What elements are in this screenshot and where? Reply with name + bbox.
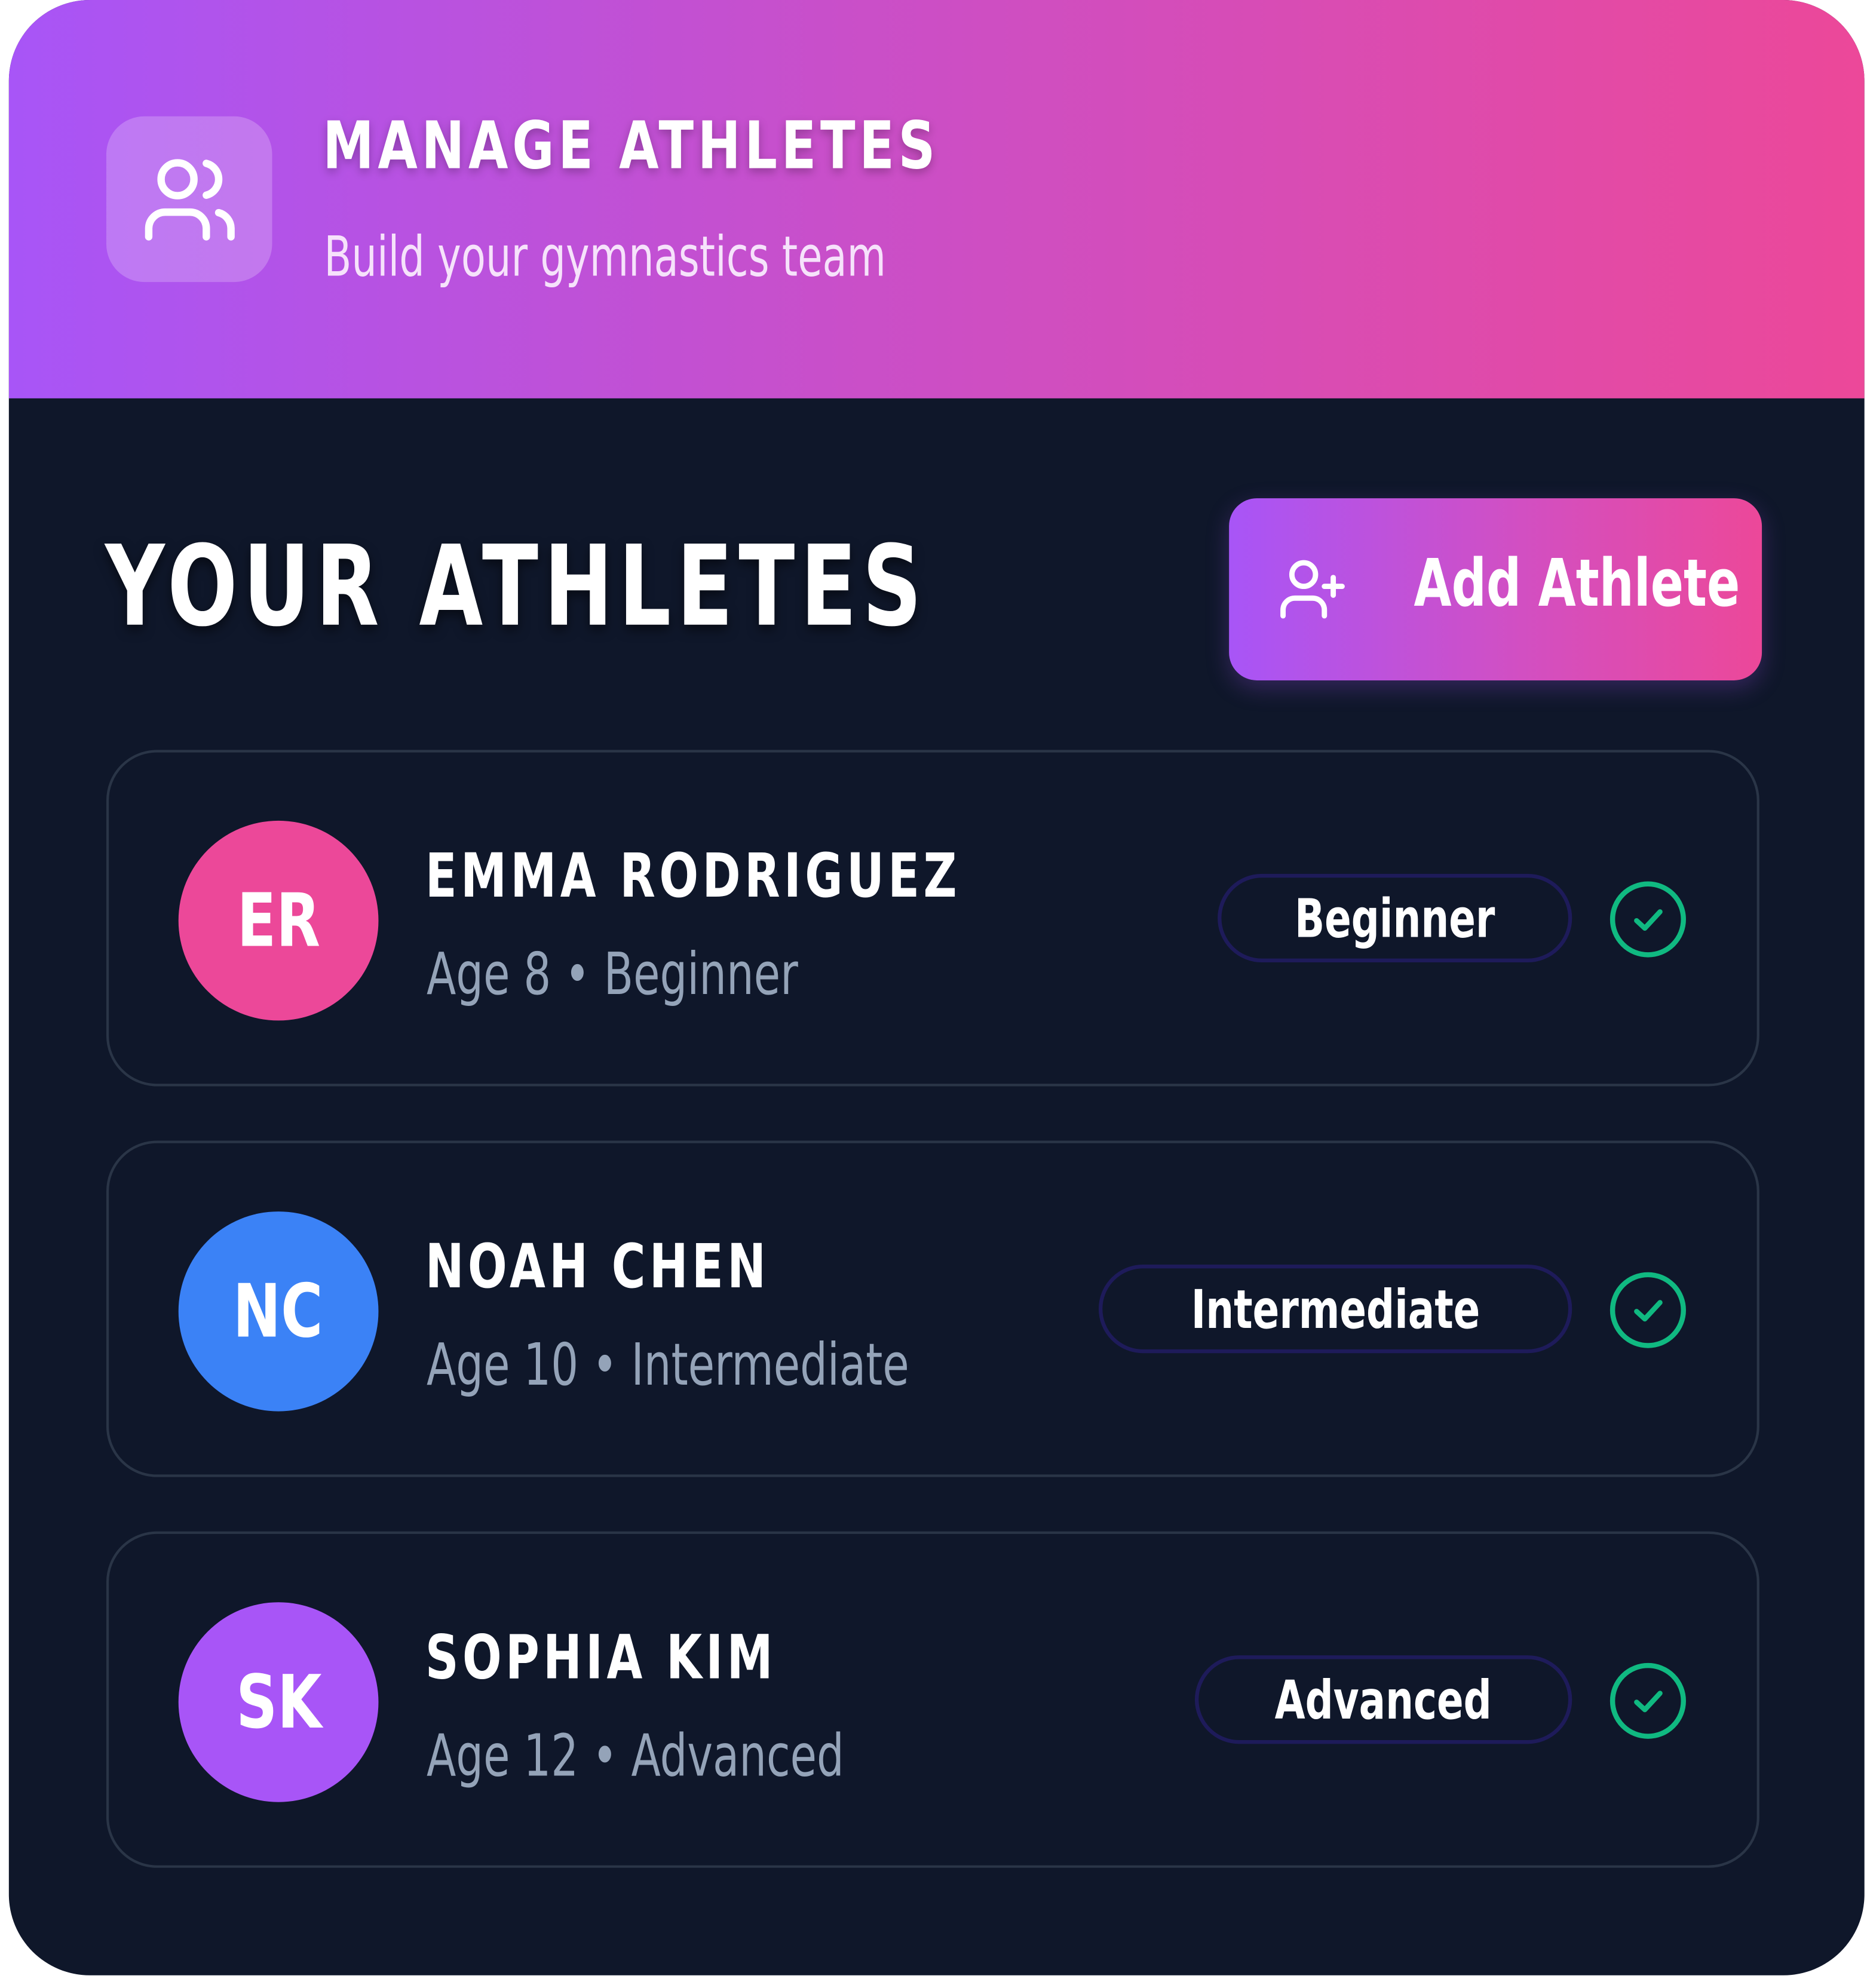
athlete-meta: Age 8 • Beginner <box>426 939 798 1008</box>
add-athlete-label: Add Athlete <box>1414 546 1740 622</box>
avatar-initials: ER <box>237 878 320 964</box>
level-badge: Intermediate <box>1098 1265 1572 1354</box>
athlete-name: SOPHIA KIM <box>425 1622 777 1694</box>
add-athlete-button[interactable]: Add Athlete <box>1229 498 1762 680</box>
athlete-card[interactable]: NC NOAH CHEN Age 10 • Intermediate Inter… <box>106 1140 1759 1477</box>
avatar-initials: SK <box>235 1659 321 1745</box>
page-title: MANAGE ATHLETES <box>323 109 940 185</box>
header-icon-box <box>106 116 272 283</box>
avatar: SK <box>178 1602 379 1802</box>
users-icon <box>144 158 234 240</box>
stage: MANAGE ATHLETES Build your gymnastics te… <box>0 0 1867 1988</box>
level-badge-label: Beginner <box>1295 887 1495 949</box>
athlete-name: EMMA RODRIGUEZ <box>425 840 961 912</box>
athlete-card[interactable]: SK SOPHIA KIM Age 12 • Advanced Advanced <box>106 1531 1759 1868</box>
check-circle-icon[interactable] <box>1608 1661 1689 1741</box>
athlete-meta: Age 10 • Intermediate <box>426 1330 909 1399</box>
level-badge: Beginner <box>1218 873 1572 963</box>
athlete-name: NOAH CHEN <box>425 1231 770 1303</box>
avatar: NC <box>178 1211 379 1412</box>
athlete-card[interactable]: ER EMMA RODRIGUEZ Age 8 • Beginner Begin… <box>106 750 1759 1087</box>
panel-header: MANAGE ATHLETES Build your gymnastics te… <box>8 0 1865 398</box>
avatar-initials: NC <box>233 1268 324 1355</box>
page-subtitle: Build your gymnastics team <box>324 225 887 290</box>
section-title: YOUR ATHLETES <box>105 521 928 652</box>
level-badge-label: Intermediate <box>1190 1278 1480 1340</box>
level-badge-label: Advanced <box>1275 1668 1492 1731</box>
user-plus-icon <box>1280 560 1345 619</box>
check-circle-icon[interactable] <box>1608 879 1689 959</box>
athlete-meta: Age 12 • Advanced <box>426 1721 844 1790</box>
level-badge: Advanced <box>1195 1655 1572 1744</box>
avatar: ER <box>178 820 379 1021</box>
check-circle-icon[interactable] <box>1608 1269 1689 1350</box>
athletes-panel: MANAGE ATHLETES Build your gymnastics te… <box>8 0 1865 1975</box>
